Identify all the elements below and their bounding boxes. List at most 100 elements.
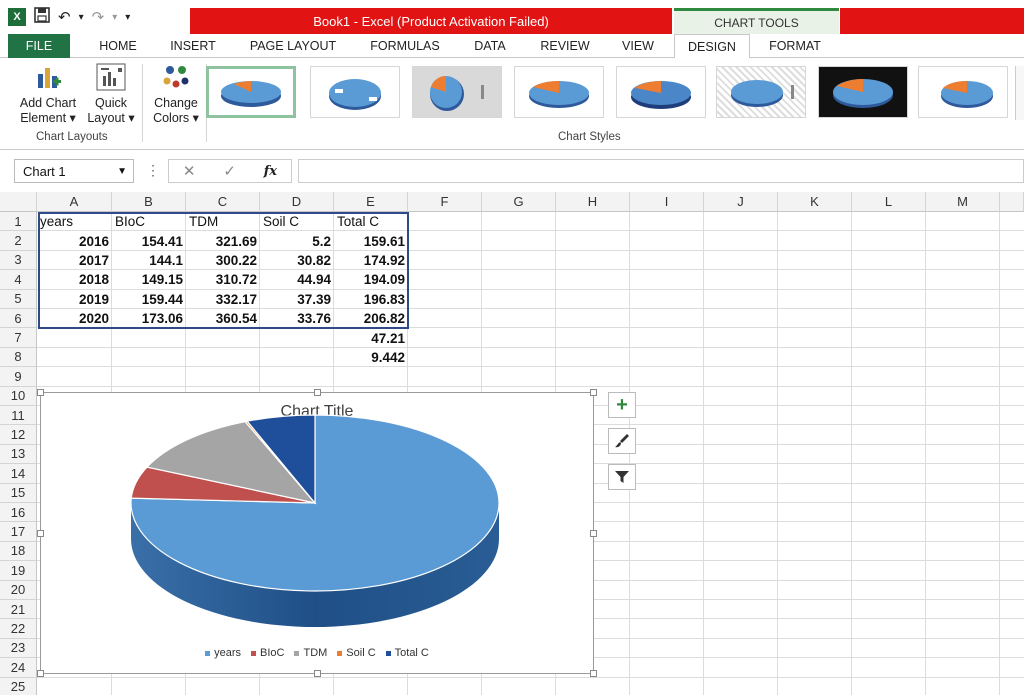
- chart-filters-button[interactable]: [608, 464, 636, 490]
- chart-style-2[interactable]: [310, 66, 400, 118]
- column-header-g[interactable]: G: [482, 192, 556, 212]
- row-header-19[interactable]: 19: [0, 561, 37, 581]
- chart-style-4[interactable]: [514, 66, 604, 118]
- formula-input[interactable]: [298, 159, 1024, 183]
- row-header-18[interactable]: 18: [0, 541, 37, 562]
- column-header-m[interactable]: M: [926, 192, 1000, 212]
- row-header-21[interactable]: 21: [0, 600, 37, 620]
- row-header-16[interactable]: 16: [0, 503, 37, 523]
- row-header-22[interactable]: 22: [0, 619, 37, 639]
- chart-styles-scroll[interactable]: [1015, 66, 1024, 120]
- chart-style-3[interactable]: [412, 66, 502, 118]
- column-header-b[interactable]: B: [112, 192, 186, 212]
- redo-icon[interactable]: ↷: [92, 8, 105, 26]
- quick-layout-button[interactable]: Quick Layout ▾: [82, 62, 140, 126]
- legend-label: Total C: [394, 647, 429, 659]
- excel-app-icon[interactable]: X: [8, 8, 26, 26]
- resize-handle[interactable]: [590, 389, 597, 396]
- row-header-15[interactable]: 15: [0, 483, 37, 503]
- column-header-j[interactable]: J: [704, 192, 778, 212]
- check-icon[interactable]: ✓: [223, 162, 236, 180]
- row-header-12[interactable]: 12: [0, 425, 37, 445]
- column-header-f[interactable]: F: [408, 192, 482, 212]
- gridline: [703, 212, 704, 695]
- data-cell[interactable]: 9.442: [334, 348, 408, 367]
- row-header-25[interactable]: 25: [0, 677, 37, 695]
- row-header-13[interactable]: 13: [0, 444, 37, 465]
- column-header-i[interactable]: I: [630, 192, 704, 212]
- legend-item[interactable]: years: [205, 647, 241, 659]
- tab-data[interactable]: DATA: [462, 34, 518, 58]
- tab-format[interactable]: FORMAT: [756, 34, 834, 58]
- change-colors-button[interactable]: Change Colors ▾: [146, 62, 206, 126]
- worksheet-grid[interactable]: ABCDEFGHIJKLM 1 2 3 4 5 6 7 8 9 10 11 12 13 14 15 16 17 1…: [0, 192, 1024, 695]
- tab-insert[interactable]: INSERT: [160, 34, 226, 58]
- more-options-icon[interactable]: ⋮: [146, 162, 160, 179]
- row-header-17[interactable]: 17: [0, 522, 37, 542]
- insert-function-icon[interactable]: fx: [264, 164, 277, 179]
- row-header-23[interactable]: 23: [0, 638, 37, 659]
- column-header-a[interactable]: A: [37, 192, 112, 212]
- tab-formulas[interactable]: FORMULAS: [360, 34, 450, 58]
- resize-handle[interactable]: [590, 670, 597, 677]
- legend-item[interactable]: TDM: [294, 647, 327, 659]
- column-header-h[interactable]: H: [556, 192, 630, 212]
- chart-style-1[interactable]: [206, 66, 296, 118]
- legend-item[interactable]: BIoC: [251, 647, 284, 659]
- row-header-10[interactable]: 10: [0, 386, 37, 406]
- resize-handle[interactable]: [314, 670, 321, 677]
- tab-view[interactable]: VIEW: [612, 34, 664, 58]
- resize-handle[interactable]: [37, 530, 44, 537]
- chevron-down-icon[interactable]: ▼: [117, 166, 127, 177]
- row-header-14[interactable]: 14: [0, 464, 37, 484]
- column-header-partial[interactable]: [1000, 192, 1024, 212]
- row-header-1[interactable]: 1: [0, 212, 37, 232]
- row-header-11[interactable]: 11: [0, 406, 37, 426]
- row-header-2[interactable]: 2: [0, 231, 37, 251]
- row-header-3[interactable]: 3: [0, 250, 37, 271]
- name-box[interactable]: Chart 1 ▼: [14, 159, 134, 183]
- tab-design[interactable]: DESIGN: [674, 34, 750, 59]
- data-cell[interactable]: 47.21: [334, 328, 408, 347]
- resize-handle[interactable]: [37, 670, 44, 677]
- cancel-icon[interactable]: ✕: [183, 162, 196, 180]
- pie-chart[interactable]: Chart Title years BIoC TDM Soil C Total C: [37, 389, 597, 677]
- row-header-6[interactable]: 6: [0, 309, 37, 329]
- row-header-20[interactable]: 20: [0, 580, 37, 600]
- column-header-l[interactable]: L: [852, 192, 926, 212]
- tab-file[interactable]: FILE: [8, 34, 70, 58]
- select-all-corner[interactable]: [0, 192, 37, 212]
- legend-item[interactable]: Soil C: [337, 647, 376, 659]
- column-header-k[interactable]: K: [778, 192, 852, 212]
- resize-handle[interactable]: [590, 530, 597, 537]
- chart-elements-button[interactable]: +: [608, 392, 636, 418]
- undo-icon[interactable]: ↶: [58, 8, 71, 26]
- row-header-7[interactable]: 7: [0, 328, 37, 348]
- chart-style-8[interactable]: [918, 66, 1008, 118]
- resize-handle[interactable]: [37, 389, 44, 396]
- column-header-c[interactable]: C: [186, 192, 260, 212]
- column-header-d[interactable]: D: [260, 192, 334, 212]
- add-chart-element-button[interactable]: Add Chart Element ▾: [14, 62, 82, 126]
- chart-legend[interactable]: years BIoC TDM Soil C Total C: [41, 647, 593, 659]
- redo-dropdown-icon[interactable]: ▾: [112, 12, 117, 23]
- row-header-9[interactable]: 9: [0, 367, 37, 387]
- chart-style-6[interactable]: [716, 66, 806, 118]
- row-header-8[interactable]: 8: [0, 347, 37, 368]
- customize-qat-icon[interactable]: ▾: [125, 12, 130, 23]
- quick-access-toolbar: X ↶ ▾ ↷ ▾ ▾: [0, 0, 190, 34]
- row-header-4[interactable]: 4: [0, 270, 37, 290]
- tab-home[interactable]: HOME: [88, 34, 148, 58]
- row-header-24[interactable]: 24: [0, 658, 37, 678]
- undo-dropdown-icon[interactable]: ▾: [79, 12, 84, 23]
- chart-styles-button[interactable]: [608, 428, 636, 454]
- column-header-e[interactable]: E: [334, 192, 408, 212]
- tab-review[interactable]: REVIEW: [530, 34, 600, 58]
- chart-style-5[interactable]: [616, 66, 706, 118]
- chart-style-7[interactable]: [818, 66, 908, 118]
- save-icon[interactable]: [34, 7, 50, 27]
- row-header-5[interactable]: 5: [0, 289, 37, 309]
- resize-handle[interactable]: [314, 389, 321, 396]
- tab-page-layout[interactable]: PAGE LAYOUT: [240, 34, 346, 58]
- legend-item[interactable]: Total C: [385, 647, 429, 659]
